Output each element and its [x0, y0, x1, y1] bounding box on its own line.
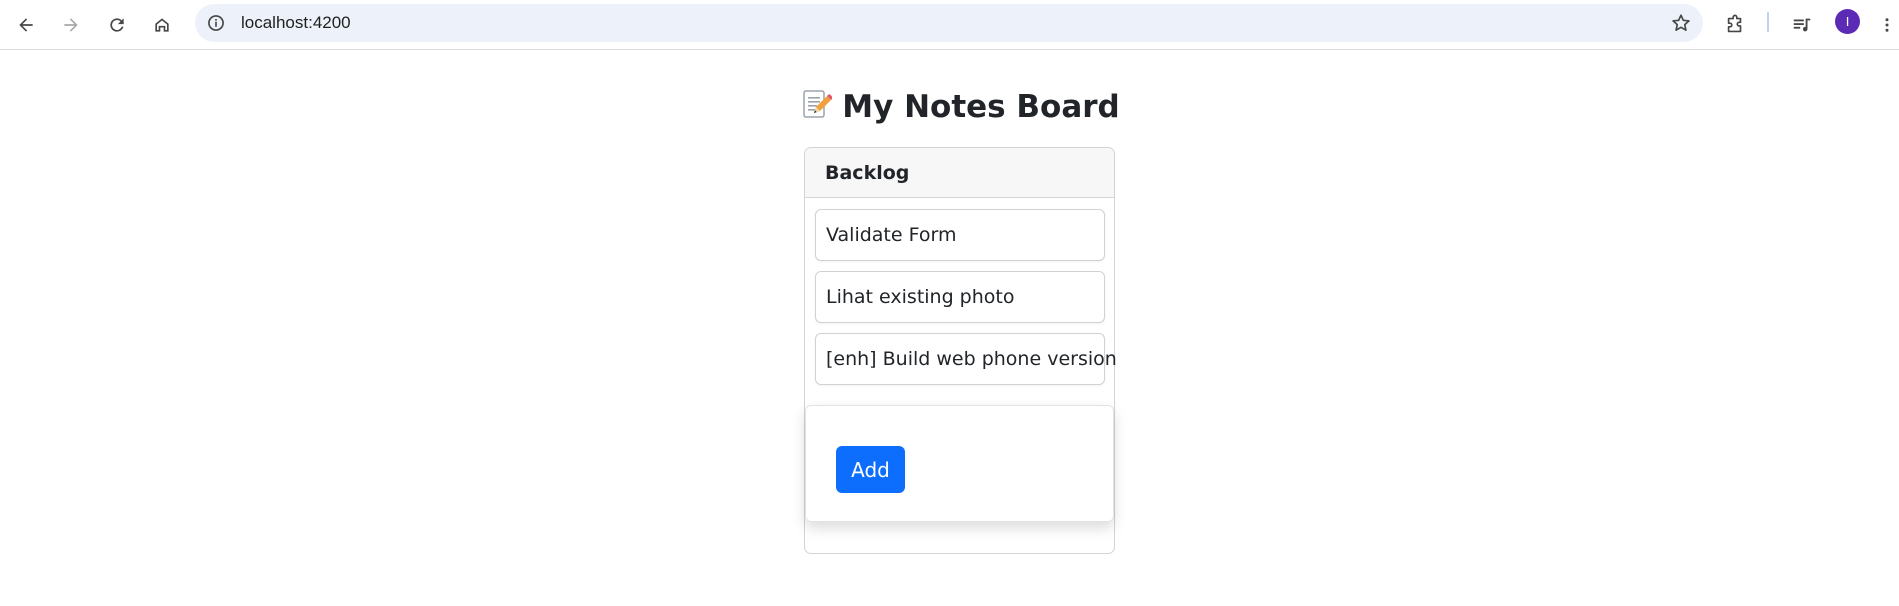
reload-button[interactable]: [99, 7, 135, 43]
chrome-menu-button[interactable]: [1877, 9, 1897, 41]
note-text: Validate Form: [826, 224, 957, 246]
toolbar-divider: [1767, 12, 1769, 32]
profile-avatar[interactable]: I: [1835, 9, 1860, 34]
page-title: My Notes Board: [0, 88, 1899, 128]
column-header: Backlog: [805, 148, 1114, 198]
media-control-button[interactable]: [1786, 9, 1818, 41]
note-card[interactable]: Lihat existing photo: [815, 271, 1105, 323]
back-button[interactable]: [8, 7, 44, 43]
info-icon: [208, 15, 224, 31]
note-text: Lihat existing photo: [826, 286, 1015, 308]
star-icon: [1672, 14, 1690, 31]
bookmark-button[interactable]: [1669, 11, 1693, 35]
browser-toolbar: localhost:4200 I: [0, 0, 1899, 50]
arrow-left-icon: [19, 18, 33, 32]
page-title-text: My Notes Board: [842, 89, 1120, 125]
media-queue-icon: [1793, 18, 1811, 32]
arrow-right-icon: [64, 18, 78, 32]
site-info-button[interactable]: [205, 12, 227, 34]
puzzle-icon: [1727, 14, 1742, 33]
url-text[interactable]: localhost:4200: [241, 13, 351, 33]
kebab-menu-icon: [1885, 18, 1889, 32]
forward-button[interactable]: [53, 7, 89, 43]
add-button[interactable]: Add: [836, 446, 905, 493]
extensions-button[interactable]: [1719, 9, 1751, 41]
memo-icon: [800, 88, 833, 128]
address-bar[interactable]: localhost:4200: [195, 4, 1703, 42]
home-icon: [155, 18, 169, 32]
home-button[interactable]: [144, 7, 180, 43]
add-note-panel: Add: [805, 405, 1114, 522]
backlog-column: Backlog Validate Form Lihat existing pho…: [804, 147, 1117, 554]
reload-icon: [110, 18, 124, 32]
note-text: [enh] Build web phone version: [826, 348, 1117, 370]
column-title: Backlog: [825, 162, 910, 184]
note-card[interactable]: Validate Form: [815, 209, 1105, 261]
note-card[interactable]: [enh] Build web phone version: [815, 333, 1117, 385]
